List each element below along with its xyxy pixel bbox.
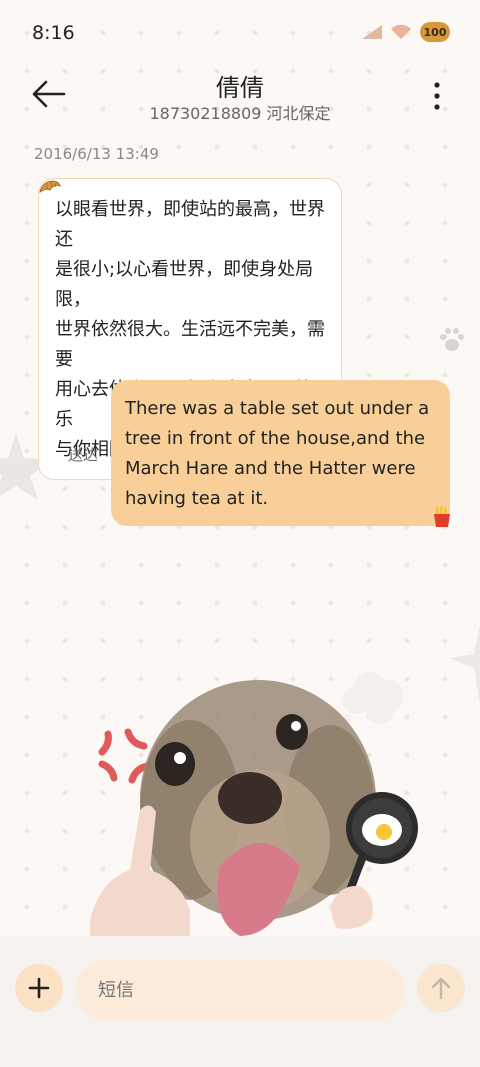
contact-name[interactable]: 倩倩: [0, 68, 480, 103]
status-bar: 8:16 100: [0, 0, 480, 66]
outgoing-message-bubble[interactable]: There was a table set out under a tree i…: [111, 380, 450, 526]
plus-icon: [28, 977, 50, 999]
signal-icon: [362, 25, 382, 39]
battery-level: 100: [423, 25, 447, 39]
incoming-message-line: 是很小;以心看世界，即使身处局限，: [55, 259, 314, 310]
outgoing-message-line: tree in front of the house,and the: [125, 428, 426, 449]
croissant-icon: [39, 180, 61, 193]
paw-icon: [440, 328, 464, 351]
status-icons: 100: [362, 22, 450, 42]
sms-input[interactable]: [76, 960, 404, 1020]
outgoing-message-line: There was a table set out under a: [125, 398, 430, 419]
message-status: 送达: [68, 446, 99, 464]
wifi-icon: [391, 24, 411, 39]
send-arrow-icon: [431, 977, 451, 1000]
incoming-message-line: 以眼看世界，即使站的最高，世界还: [55, 199, 325, 250]
battery-icon: 100: [420, 22, 450, 42]
message-timestamp: 2016/6/13 13:49: [34, 145, 159, 163]
status-time: 8:16: [32, 22, 75, 44]
outgoing-message-line: March Hare and the Hatter were: [125, 458, 416, 479]
composer-bar: [0, 936, 480, 1067]
incoming-message-line: 世界依然很大。生活远不完美，需要: [55, 319, 325, 370]
outgoing-message-line: having tea at it.: [125, 488, 269, 509]
send-button[interactable]: [417, 964, 465, 1012]
star-decoration-icon: [450, 626, 480, 704]
conversation-header: 倩倩 18730218809 河北保定: [0, 66, 480, 136]
more-icon[interactable]: [432, 80, 442, 112]
fries-icon: [434, 506, 450, 527]
attach-button[interactable]: [15, 964, 63, 1012]
dog-sticker-illustration: [90, 672, 418, 936]
contact-detail: 18730218809 河北保定: [149, 104, 331, 123]
